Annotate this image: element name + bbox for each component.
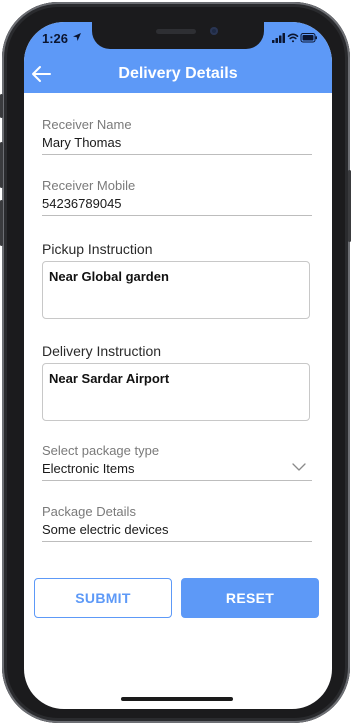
power-button xyxy=(348,170,351,242)
signal-icon xyxy=(272,33,285,43)
package-details-underline xyxy=(42,541,312,542)
package-type-underline xyxy=(42,480,312,481)
package-type-select[interactable]: Electronic Items xyxy=(42,461,134,476)
package-type-label: Select package type xyxy=(42,443,160,458)
screen: 1:26 Delivery Details Receiver Name Mary… xyxy=(24,22,332,709)
package-details-label: Package Details xyxy=(42,504,136,519)
status-icons xyxy=(272,33,317,43)
wifi-icon xyxy=(287,33,299,43)
location-arrow-icon xyxy=(73,33,81,41)
reset-button[interactable]: RESET xyxy=(181,578,319,618)
silent-switch xyxy=(0,94,3,118)
receiver-mobile-label: Receiver Mobile xyxy=(42,178,136,193)
camera-icon xyxy=(210,27,218,35)
app-header: 1:26 Delivery Details xyxy=(24,22,332,93)
receiver-mobile-underline xyxy=(42,215,312,216)
page-title: Delivery Details xyxy=(118,65,238,82)
phone-frame: 1:26 Delivery Details Receiver Name Mary… xyxy=(0,2,351,723)
delivery-instruction-textarea[interactable]: Near Sardar Airport xyxy=(42,363,310,421)
notch xyxy=(92,22,264,49)
delivery-instruction-label: Delivery Instruction xyxy=(42,343,162,359)
receiver-mobile-field[interactable]: 54236789045 xyxy=(42,196,122,211)
volume-up-button xyxy=(0,142,3,188)
status-time: 1:26 xyxy=(42,31,69,46)
volume-down-button xyxy=(0,200,3,246)
receiver-name-label: Receiver Name xyxy=(42,117,132,132)
receiver-name-underline xyxy=(42,154,312,155)
pickup-instruction-label: Pickup Instruction xyxy=(42,241,153,257)
receiver-name-field[interactable]: Mary Thomas xyxy=(42,135,121,150)
chevron-down-icon[interactable] xyxy=(292,463,306,472)
home-indicator[interactable] xyxy=(121,697,233,701)
battery-icon xyxy=(300,33,317,43)
speaker-grille xyxy=(156,29,196,34)
pickup-instruction-textarea[interactable]: Near Global garden xyxy=(42,261,310,319)
submit-button[interactable]: SUBMIT xyxy=(34,578,172,618)
package-details-field[interactable]: Some electric devices xyxy=(42,522,168,537)
